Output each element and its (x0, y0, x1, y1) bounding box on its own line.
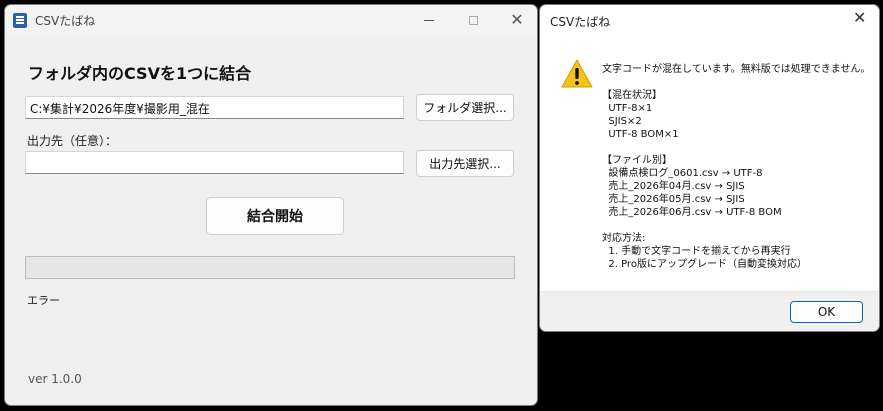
folder-path-input[interactable]: C:¥集計¥2026年度¥撮影用_混在 (25, 96, 404, 119)
folder-select-button[interactable]: フォルダ選択... (416, 94, 514, 121)
minimize-button[interactable] (407, 7, 451, 33)
close-button[interactable]: ✕ (495, 7, 537, 33)
dialog-footer: OK (540, 291, 879, 331)
output-select-button[interactable]: 出力先選択... (416, 150, 514, 177)
close-icon: ✕ (510, 10, 524, 29)
app-icon (13, 13, 27, 28)
status-text: エラー (27, 294, 60, 307)
dialog-message: 文字コードが混在しています。無料版では処理できません。 【混在状況】 UTF-8… (602, 64, 871, 270)
main-titlebar[interactable]: CSVたばね ✕ (5, 5, 537, 35)
dialog-close-button[interactable]: ✕ (853, 10, 866, 26)
dialog-title: CSVたばね (550, 15, 611, 29)
close-icon: ✕ (853, 8, 867, 27)
error-dialog: CSVたばね ✕ 文字コードが混在しています。無料版では処理できません。 【混在… (539, 4, 880, 332)
page-title: フォルダ内のCSVを1つに結合 (28, 64, 252, 83)
main-window: CSVたばね ✕ フォルダ内のCSVを1つに結合 C:¥集計¥2026年度¥撮影… (4, 4, 538, 406)
window-title: CSVたばね (35, 14, 96, 28)
start-merge-button[interactable]: 結合開始 (206, 197, 344, 235)
minimize-icon (424, 19, 434, 21)
maximize-icon (468, 15, 478, 25)
ok-button[interactable]: OK (790, 301, 863, 323)
warning-icon (561, 59, 593, 88)
progress-bar (25, 256, 515, 279)
output-path-input[interactable] (25, 151, 404, 174)
output-label: 出力先（任意）： (27, 134, 118, 148)
maximize-button[interactable] (451, 7, 495, 33)
version-label: ver 1.0.0 (28, 372, 82, 386)
